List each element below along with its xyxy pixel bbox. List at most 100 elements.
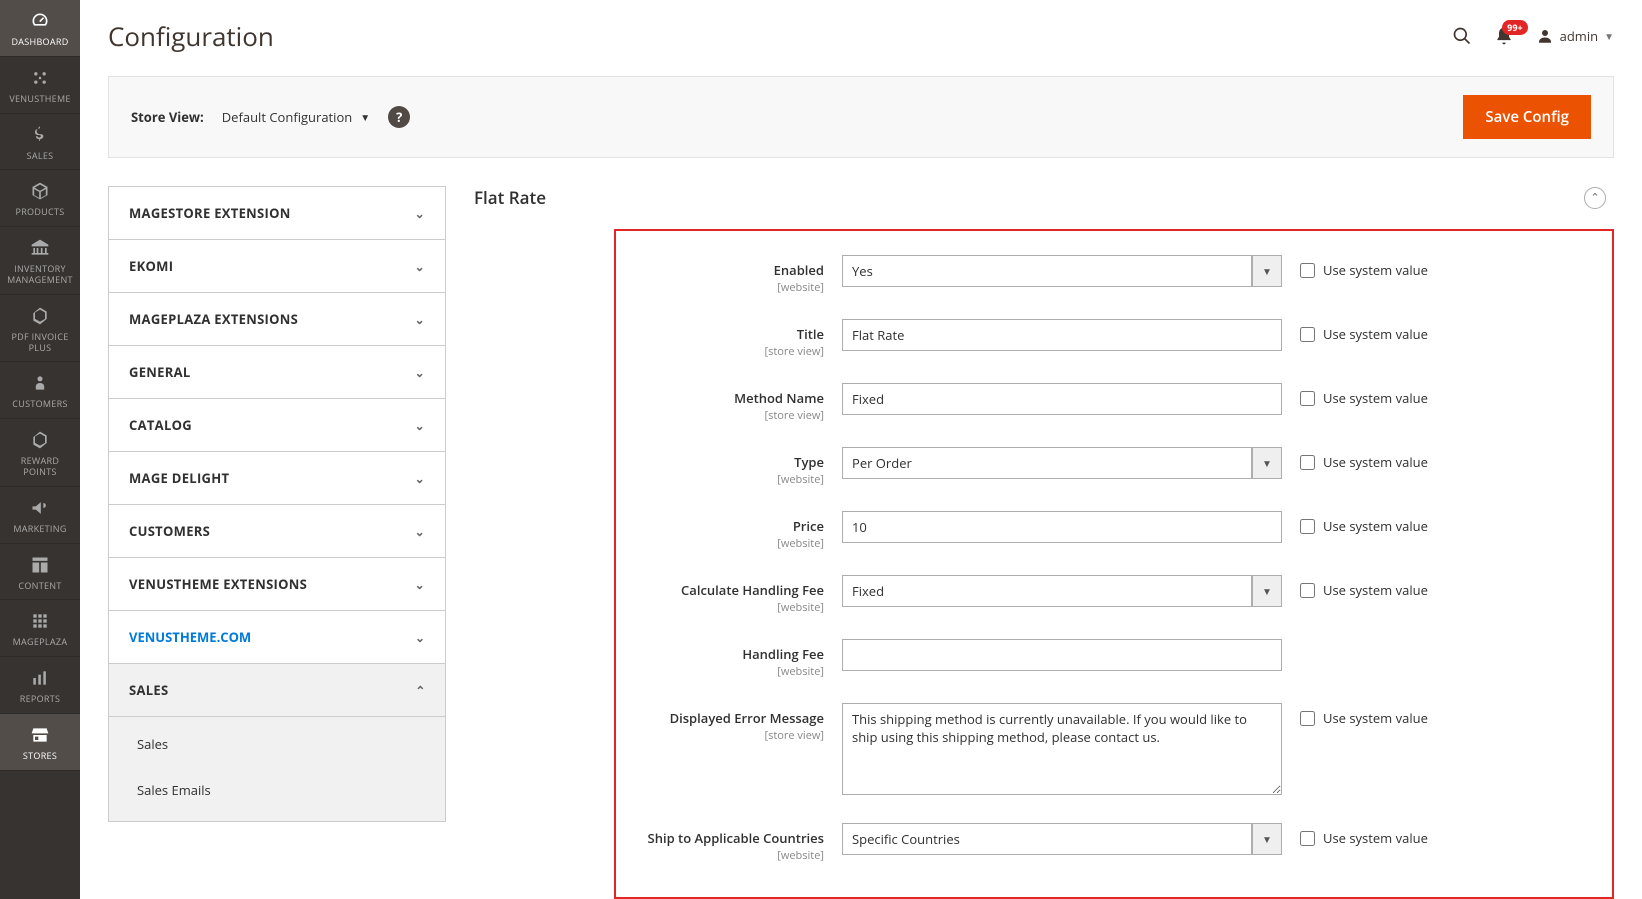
help-button[interactable]: ?: [388, 106, 410, 128]
use-system-label[interactable]: Use system value: [1323, 325, 1428, 343]
use-system-checkbox[interactable]: [1300, 455, 1315, 470]
chevron-down-icon: ⌄: [415, 470, 425, 487]
chevron-down-icon: ⌄: [415, 576, 425, 593]
field-label: Title: [634, 325, 824, 343]
use-system-checkbox[interactable]: [1300, 391, 1315, 406]
field-scope: [store view]: [634, 728, 824, 743]
field-label: Handling Fee: [634, 645, 824, 663]
page-header: Configuration 99+ admin▼: [108, 0, 1614, 76]
sidebar-item-label: INVENTORY MANAGEMENT: [4, 264, 76, 286]
collapse-section-button[interactable]: ⌃: [1584, 187, 1606, 209]
field-row-handling-fee: Handling Fee[website] Use system value: [634, 639, 1594, 679]
chevron-down-icon: ▼: [1252, 575, 1282, 607]
nav-sub-item-sales-emails[interactable]: Sales Emails: [109, 767, 445, 813]
sidebar-item-dashboard[interactable]: DASHBOARD: [0, 0, 80, 57]
price-input[interactable]: [842, 511, 1282, 543]
notification-count-badge: 99+: [1502, 20, 1527, 35]
person-icon: [29, 372, 51, 394]
section-header: Flat Rate ⌃: [474, 186, 1614, 229]
sidebar-item-label: PRODUCTS: [15, 207, 64, 218]
use-system-checkbox[interactable]: [1300, 263, 1315, 278]
hex-icon: [29, 305, 51, 327]
sidebar-item-reports[interactable]: REPORTS: [0, 657, 80, 714]
sidebar-item-pdf-invoice[interactable]: PDF INVOICE PLUS: [0, 295, 80, 363]
sidebar-item-venustheme[interactable]: VENUSTHEME: [0, 57, 80, 114]
sidebar-item-label: CUSTOMERS: [12, 399, 67, 410]
sidebar-item-label: MAGEPLAZA: [13, 637, 68, 648]
nav-section-magestore[interactable]: MAGESTORE EXTENSION⌄: [109, 187, 445, 240]
chevron-down-icon: ⌄: [415, 417, 425, 434]
use-system-checkbox[interactable]: [1300, 711, 1315, 726]
method-name-input[interactable]: [842, 383, 1282, 415]
sidebar-item-customers[interactable]: CUSTOMERS: [0, 362, 80, 419]
use-system-checkbox[interactable]: [1300, 327, 1315, 342]
use-system-checkbox[interactable]: [1300, 831, 1315, 846]
title-input[interactable]: [842, 319, 1282, 351]
use-system-label[interactable]: Use system value: [1323, 389, 1428, 407]
chevron-down-icon: ▼: [1252, 255, 1282, 287]
use-system-label[interactable]: Use system value: [1323, 581, 1428, 599]
sidebar-item-label: DASHBOARD: [11, 37, 68, 48]
use-system-label[interactable]: Use system value: [1323, 453, 1428, 471]
use-system-label[interactable]: Use system value: [1323, 709, 1428, 727]
nav-section-ekomi[interactable]: EKOMI⌄: [109, 240, 445, 293]
nav-section-venustheme-link[interactable]: VENUSTHEME.COM⌄: [109, 611, 445, 664]
field-row-type: Type[website] ▼ Use system value: [634, 447, 1594, 487]
use-system-checkbox[interactable]: [1300, 583, 1315, 598]
use-system-checkbox[interactable]: [1300, 519, 1315, 534]
countries-select[interactable]: ▼: [842, 823, 1282, 855]
nav-section-customers[interactable]: CUSTOMERS⌄: [109, 505, 445, 558]
sidebar-item-sales[interactable]: SALES: [0, 114, 80, 171]
scope-switcher[interactable]: Default Configuration▼: [222, 108, 370, 126]
field-label: Method Name: [634, 389, 824, 407]
field-scope: [store view]: [634, 408, 824, 423]
scope-label: Store View:: [131, 108, 204, 126]
sidebar-item-label: SALES: [27, 151, 54, 162]
nav-sub-item-sales[interactable]: Sales: [109, 721, 445, 767]
sparkle-icon: [29, 67, 51, 89]
nav-sub-sales: Sales Sales Emails: [109, 717, 445, 821]
sidebar-item-stores[interactable]: STORES: [0, 714, 80, 771]
field-label: Displayed Error Message: [634, 709, 824, 727]
sidebar-item-inventory[interactable]: INVENTORY MANAGEMENT: [0, 227, 80, 295]
sidebar-item-label: REWARD POINTS: [4, 456, 76, 478]
save-config-button[interactable]: Save Config: [1463, 95, 1591, 139]
use-system-label[interactable]: Use system value: [1323, 261, 1428, 279]
sidebar-item-mageplaza[interactable]: MAGEPLAZA: [0, 600, 80, 657]
nav-section-catalog[interactable]: CATALOG⌄: [109, 399, 445, 452]
chevron-down-icon: ▼: [1252, 447, 1282, 479]
handling-select[interactable]: ▼: [842, 575, 1282, 607]
sidebar-item-reward[interactable]: REWARD POINTS: [0, 419, 80, 487]
nav-section-venustheme-ext[interactable]: VENUSTHEME EXTENSIONS⌄: [109, 558, 445, 611]
nav-section-sales[interactable]: SALES⌄: [109, 664, 445, 717]
user-menu[interactable]: admin ▼: [1536, 27, 1614, 45]
grid-icon: [29, 610, 51, 632]
sidebar-item-products[interactable]: PRODUCTS: [0, 170, 80, 227]
gauge-icon: [29, 10, 51, 32]
handling-fee-input[interactable]: [842, 639, 1282, 671]
chevron-down-icon: ⌄: [415, 311, 425, 328]
chevron-down-icon: ▼: [1252, 823, 1282, 855]
notifications-button[interactable]: 99+: [1494, 26, 1514, 46]
use-system-label[interactable]: Use system value: [1323, 829, 1428, 847]
search-button[interactable]: [1452, 26, 1472, 46]
error-message-textarea[interactable]: [842, 703, 1282, 795]
sidebar-item-marketing[interactable]: MARKETING: [0, 487, 80, 544]
nav-section-mageplaza-ext[interactable]: MAGEPLAZA EXTENSIONS⌄: [109, 293, 445, 346]
username-label: admin: [1560, 27, 1598, 45]
field-row-title: Title[store view] Use system value: [634, 319, 1594, 359]
nav-section-general[interactable]: GENERAL⌄: [109, 346, 445, 399]
use-system-label[interactable]: Use system value: [1323, 517, 1428, 535]
highlighted-form-area: Enabled[website] ▼ Use system value Titl…: [614, 229, 1614, 899]
enabled-select[interactable]: ▼: [842, 255, 1282, 287]
field-scope: [website]: [634, 472, 824, 487]
chevron-down-icon: ▼: [1604, 29, 1614, 43]
section-title: Flat Rate: [474, 186, 546, 209]
sidebar-item-content[interactable]: CONTENT: [0, 544, 80, 601]
sidebar-item-label: MARKETING: [13, 524, 66, 535]
bars-icon: [29, 667, 51, 689]
nav-section-mage-delight[interactable]: MAGE DELIGHT⌄: [109, 452, 445, 505]
field-scope: [website]: [634, 280, 824, 295]
type-select[interactable]: ▼: [842, 447, 1282, 479]
sidebar-item-label: PDF INVOICE PLUS: [4, 332, 76, 354]
